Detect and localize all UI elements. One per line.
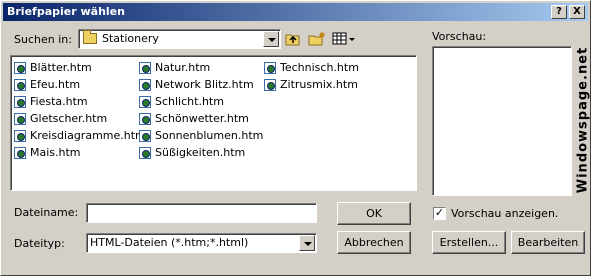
preview-label: Vorschau: — [432, 30, 487, 43]
html-file-icon — [139, 146, 151, 159]
html-file-icon — [264, 61, 276, 74]
filetype-label: Dateityp: — [14, 237, 65, 250]
html-file-icon — [14, 78, 26, 91]
filetype-select[interactable]: HTML-Dateien (*.htm;*.html) — [86, 233, 317, 253]
create-button[interactable]: Erstellen... — [432, 231, 506, 254]
html-file-icon — [14, 146, 26, 159]
lookin-label: Suchen in: — [14, 33, 72, 46]
filetype-value: HTML-Dateien (*.htm;*.html) — [90, 236, 249, 249]
folder-icon — [83, 30, 97, 44]
list-item[interactable]: Kreisdiagramme.htm — [14, 127, 146, 144]
lookin-dropdown[interactable]: Stationery — [78, 29, 281, 49]
new-folder-icon[interactable] — [308, 31, 326, 47]
close-button[interactable]: X — [569, 5, 585, 19]
chevron-down-icon[interactable] — [263, 31, 279, 47]
watermark: Windowspage.net — [575, 46, 591, 194]
html-file-icon — [139, 95, 151, 108]
preview-checkbox-label: Vorschau anzeigen. — [451, 207, 559, 220]
edit-button[interactable]: Bearbeiten — [511, 231, 585, 254]
list-item[interactable]: Schlicht.htm — [139, 93, 263, 110]
file-column-2: Natur.htm Network Blitz.htm Schlicht.htm… — [139, 59, 263, 161]
list-item[interactable]: Gletscher.htm — [14, 110, 146, 127]
list-item[interactable]: Fiesta.htm — [14, 93, 146, 110]
list-item[interactable]: Natur.htm — [139, 59, 263, 76]
list-item[interactable]: Sonnenblumen.htm — [139, 127, 263, 144]
help-button[interactable]: ? — [551, 5, 567, 19]
cancel-button[interactable]: Abbrechen — [337, 231, 411, 254]
html-file-icon — [139, 112, 151, 125]
window-title: Briefpapier wählen — [7, 5, 125, 18]
chevron-down-icon[interactable] — [299, 235, 315, 251]
file-column-3: Technisch.htm Zitrusmix.htm — [264, 59, 359, 93]
list-item[interactable]: Efeu.htm — [14, 76, 146, 93]
html-file-icon — [264, 78, 276, 91]
file-column-1: Blätter.htm Efeu.htm Fiesta.htm Gletsche… — [14, 59, 146, 161]
list-item[interactable]: Mais.htm — [14, 144, 146, 161]
html-file-icon — [14, 112, 26, 125]
list-item[interactable]: Blätter.htm — [14, 59, 146, 76]
html-file-icon — [14, 129, 26, 142]
html-file-icon — [139, 129, 151, 142]
html-file-icon — [14, 95, 26, 108]
ok-button[interactable]: OK — [337, 202, 411, 225]
preview-checkbox[interactable]: ✓ — [433, 207, 446, 220]
title-bar: Briefpapier wählen ? X — [3, 3, 588, 21]
view-menu-icon[interactable] — [332, 31, 356, 47]
preview-pane — [432, 46, 572, 196]
up-folder-icon[interactable] — [284, 31, 302, 47]
list-item[interactable]: Technisch.htm — [264, 59, 359, 76]
list-item[interactable]: Süßigkeiten.htm — [139, 144, 263, 161]
html-file-icon — [139, 61, 151, 74]
list-item[interactable]: Zitrusmix.htm — [264, 76, 359, 93]
lookin-folder: Stationery — [102, 32, 159, 45]
list-item[interactable]: Network Blitz.htm — [139, 76, 263, 93]
html-file-icon — [14, 61, 26, 74]
filename-label: Dateiname: — [14, 206, 79, 219]
list-item[interactable]: Schönwetter.htm — [139, 110, 263, 127]
file-list[interactable]: Blätter.htm Efeu.htm Fiesta.htm Gletsche… — [10, 55, 417, 191]
filename-input[interactable] — [86, 203, 317, 223]
dialog-window: Briefpapier wählen ? X Suchen in: Statio… — [0, 0, 591, 276]
html-file-icon — [139, 78, 151, 91]
